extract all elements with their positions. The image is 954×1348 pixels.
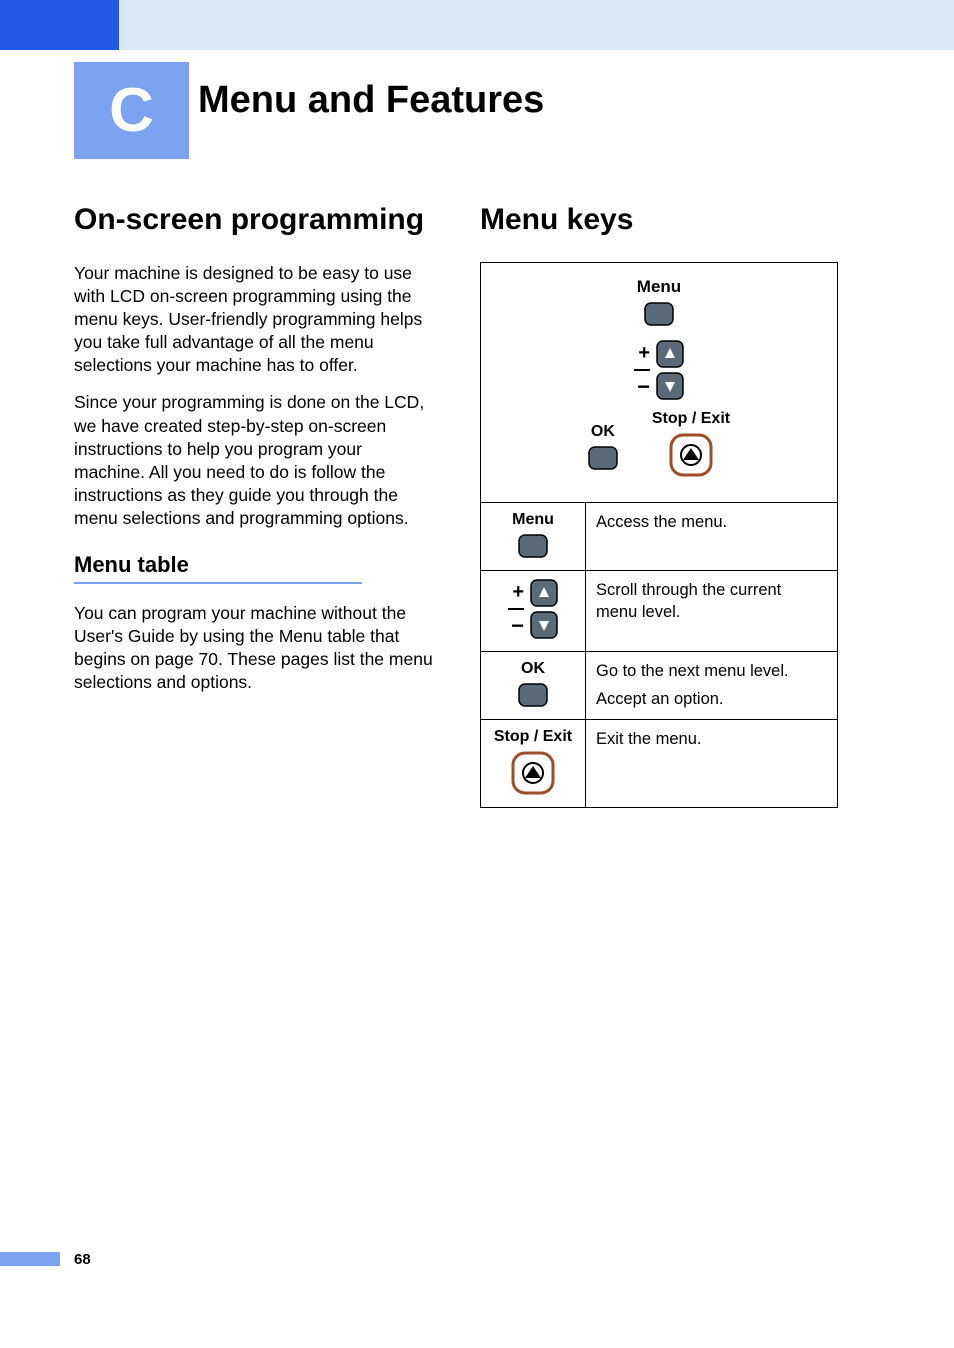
row-scroll-desc: Scroll through the current menu level. — [586, 571, 838, 652]
row-menu-desc: Access the menu. — [586, 503, 838, 571]
intro-paragraph-1: Your machine is designed to be easy to u… — [74, 262, 434, 377]
menu-keys-table: Menu + − — [480, 262, 838, 808]
page-number-bar — [0, 1252, 60, 1266]
row-ok-desc-2: Accept an option. — [596, 688, 827, 710]
ok-button-icon — [588, 446, 618, 470]
section-letter: C — [109, 75, 154, 146]
row-stop-desc: Exit the menu. — [586, 720, 838, 808]
stop-exit-button-icon — [669, 433, 713, 477]
table-row: Menu Access the menu. — [481, 503, 838, 571]
minus-label: − — [508, 613, 524, 639]
menu-table-paragraph: You can program your machine without the… — [74, 602, 434, 694]
table-row: Stop / Exit Exit the menu. — [481, 720, 838, 808]
row-menu-label: Menu — [487, 511, 579, 529]
row-ok-label: OK — [487, 660, 579, 678]
section-title: Menu and Features — [198, 79, 544, 122]
up-down-arrows-icon — [530, 579, 558, 639]
ok-label: OK — [588, 423, 618, 441]
section-letter-box: C — [74, 62, 189, 159]
sub-heading-rule — [74, 582, 362, 584]
page-number: 68 — [74, 1251, 91, 1268]
menu-keys-heading: Menu keys — [480, 202, 840, 238]
menu-button-icon — [644, 302, 674, 326]
stop-exit-button-icon — [511, 751, 555, 795]
intro-paragraph-2: Since your programming is done on the LC… — [74, 391, 434, 530]
on-screen-programming-heading: On-screen programming — [74, 202, 434, 238]
menu-table-heading: Menu table — [74, 552, 434, 578]
header-blue-corner — [0, 0, 119, 50]
up-down-arrows-icon — [656, 340, 684, 400]
menu-keys-overview-cell: Menu + − — [481, 263, 838, 503]
table-row: OK Go to the next menu level. Accept an … — [481, 652, 838, 720]
header-band — [0, 0, 954, 50]
row-ok-desc-1: Go to the next menu level. — [596, 660, 827, 682]
row-stop-label: Stop / Exit — [487, 728, 579, 746]
stop-exit-label: Stop / Exit — [652, 410, 730, 428]
ok-button-icon — [518, 683, 548, 707]
menu-label: Menu — [491, 277, 827, 297]
right-column: Menu keys Menu + − — [480, 202, 840, 808]
menu-button-icon — [518, 534, 548, 558]
left-column: On-screen programming Your machine is de… — [74, 202, 434, 708]
table-row: + − Scroll through the current menu leve… — [481, 571, 838, 652]
plus-label: + — [508, 579, 524, 605]
